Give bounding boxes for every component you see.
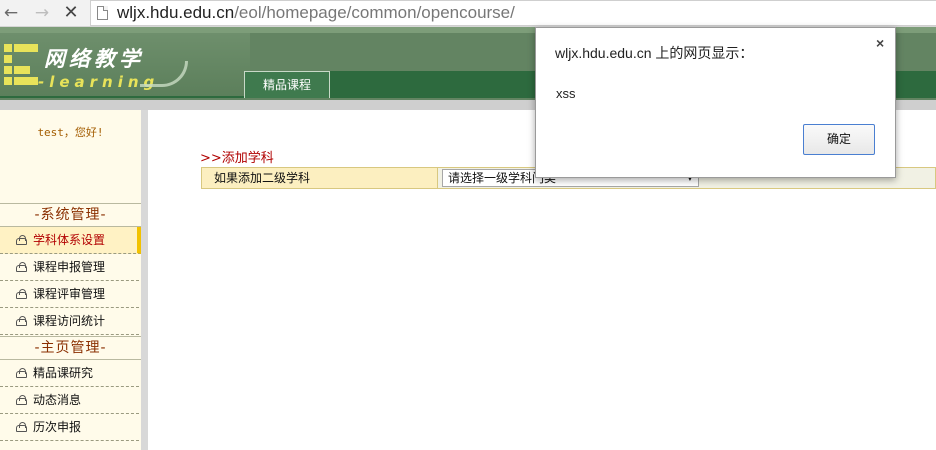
cloud-icon [16,262,27,272]
logo-e-icon [4,44,38,86]
page-title: >>添加学科 [200,151,274,166]
sidebar-item-news[interactable]: 动态消息 [0,387,139,414]
sidebar-item-subject-system[interactable]: 学科体系设置 [0,227,141,254]
sidebar: test，您好! -系统管理- 学科体系设置 课程申报管理 课程评审管理 课程访… [0,110,141,450]
dialog-message: xss [556,86,576,101]
browser-toolbar: ← → ✕ wljx.hdu.edu.cn/eol/homepage/commo… [0,0,936,27]
sidebar-item-course-review[interactable]: 课程评审管理 [0,281,139,308]
sidebar-scrollbar[interactable] [141,110,148,450]
close-icon[interactable]: × [876,35,884,51]
site-logo[interactable]: 网络教学 -learning [0,33,250,96]
alert-dialog: wljx.hdu.edu.cn 上的网页显示： × xss 确定 [535,27,896,178]
dialog-title: wljx.hdu.edu.cn 上的网页显示： [555,45,754,61]
reload-icon[interactable]: ✕ [60,3,82,23]
url-text: wljx.hdu.edu.cn/eol/homepage/common/open… [117,3,515,23]
form-label: 如果添加二级学科 [202,168,438,188]
logo-title: 网络教学 [44,46,144,71]
section-system-management: -系统管理- [0,203,141,227]
cloud-icon [16,395,27,405]
sidebar-item-research[interactable]: 精品课研究 [0,360,139,387]
sidebar-item-label: 历次申报 [33,420,82,434]
sidebar-item-label: 精品课研究 [33,366,94,380]
url-host: wljx.hdu.edu.cn [117,3,235,22]
cloud-icon [16,422,27,432]
page-icon [97,6,108,20]
sidebar-item-label: 课程申报管理 [33,260,106,274]
sidebar-item-course-application[interactable]: 课程申报管理 [0,254,139,281]
address-bar[interactable]: wljx.hdu.edu.cn/eol/homepage/common/open… [90,0,936,26]
sidebar-item-label: 学科体系设置 [33,233,106,247]
sidebar-item-history[interactable]: 历次申报 [0,414,139,441]
forward-arrow-icon[interactable]: → [31,3,53,23]
cloud-icon [16,289,27,299]
tab-featured-courses[interactable]: 精品课程 [244,71,330,98]
user-greeting: test，您好! [37,126,104,139]
cloud-icon [16,316,27,326]
back-arrow-icon[interactable]: ← [0,3,22,23]
sidebar-item-label: 动态消息 [33,393,82,407]
ok-button[interactable]: 确定 [803,124,875,155]
sidebar-item-label: 课程访问统计 [33,314,106,328]
url-path: /eol/homepage/common/opencourse/ [234,3,515,22]
cloud-icon [16,368,27,378]
sidebar-item-label: 课程评审管理 [33,287,106,301]
cloud-icon [16,235,27,245]
section-homepage-management: -主页管理- [0,336,141,360]
logo-swoosh-icon [140,61,188,87]
sidebar-item-course-stats[interactable]: 课程访问统计 [0,308,139,335]
